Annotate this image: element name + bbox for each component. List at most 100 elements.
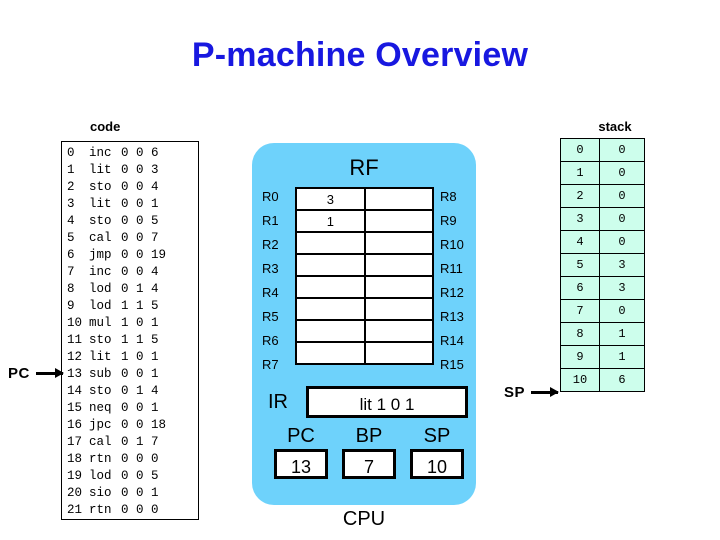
register-value-r7 <box>295 341 366 365</box>
code-instruction-row: 19 lod 0 0 5 <box>62 468 198 485</box>
stack-row: 63 <box>560 276 645 300</box>
stack-table: 0 0 1 0 2 0 3 0 4 0 5 3 6 3 7 0 8 1 9 1 10 6 <box>560 138 645 392</box>
code-instruction-row: 18 rtn 0 0 0 <box>62 451 198 468</box>
code-field-m: 0 <box>136 469 144 483</box>
cpu-registers-row: PC 13 BP 7 SP 10 <box>274 425 464 479</box>
cpu-register-label-sp: SP <box>423 425 451 447</box>
code-field-n: 4 <box>151 265 159 279</box>
stack-value: 0 <box>599 299 645 323</box>
stack-index: 8 <box>560 322 600 346</box>
register-value-r8 <box>363 187 435 211</box>
stack-value: 6 <box>599 368 645 392</box>
register-value-r2 <box>295 231 366 255</box>
register-value-r15 <box>363 341 435 365</box>
register-value-r1: 1 <box>295 209 366 233</box>
code-field-m: 1 <box>136 384 144 398</box>
code-opcode: lit <box>89 197 112 211</box>
code-instruction-row: 2 sto 0 0 4 <box>62 179 198 196</box>
stack-index: 5 <box>560 253 600 277</box>
register-value-r9 <box>363 209 435 233</box>
code-address: 4 <box>67 214 75 228</box>
stack-value: 0 <box>599 161 645 185</box>
register-value-r6 <box>295 319 366 343</box>
code-field-n: 1 <box>151 367 159 381</box>
code-instruction-row: 11 sto 1 1 5 <box>62 332 198 349</box>
register-value-r3 <box>295 253 366 277</box>
cpu-register-value-pc: 13 <box>274 449 328 479</box>
stack-index: 4 <box>560 230 600 254</box>
code-address: 21 <box>67 503 83 517</box>
page-title: P-machine Overview <box>191 36 529 74</box>
code-instruction-row: 6 jmp 0 0 19 <box>62 247 198 264</box>
register-file-row <box>295 297 435 321</box>
code-field-m: 0 <box>136 265 144 279</box>
code-opcode: inc <box>89 265 112 279</box>
register-label-r3: R3 <box>262 261 279 276</box>
stack-row: 20 <box>560 184 645 208</box>
register-file-row <box>295 319 435 343</box>
cpu-register-bp: BP 7 <box>342 425 396 479</box>
code-opcode: lit <box>89 350 112 364</box>
code-field-l: 0 <box>121 401 129 415</box>
register-label-r14: R14 <box>440 333 464 348</box>
register-value-r12 <box>363 275 435 299</box>
code-field-l: 1 <box>121 299 129 313</box>
code-listing: 0 inc 0 0 6 1 lit 0 0 3 2 sto 0 0 4 3 lit 0 0 1 4 sto 0 0 5 5 cal 0… <box>61 141 199 520</box>
code-instruction-row: 1 lit 0 0 3 <box>62 162 198 179</box>
code-instruction-row: 17 cal 0 1 7 <box>62 434 198 451</box>
stack-index: 0 <box>560 138 600 162</box>
code-field-m: 0 <box>136 350 144 364</box>
stack-value: 3 <box>599 253 645 277</box>
register-file-row <box>295 231 435 255</box>
code-field-l: 0 <box>121 503 129 517</box>
code-address: 20 <box>67 486 83 500</box>
code-field-m: 0 <box>136 316 144 330</box>
code-opcode: mul <box>89 316 112 330</box>
register-label-r9: R9 <box>440 213 457 228</box>
code-field-n: 7 <box>151 435 159 449</box>
code-field-n: 5 <box>151 469 159 483</box>
code-field-l: 0 <box>121 163 129 177</box>
register-value-r5 <box>295 297 366 321</box>
code-instruction-row: 13 sub 0 0 1 <box>62 366 198 383</box>
code-opcode: cal <box>89 231 112 245</box>
code-field-n: 4 <box>151 282 159 296</box>
code-field-n: 4 <box>151 180 159 194</box>
instruction-register-value: lit 1 0 1 <box>306 386 468 418</box>
cpu-register-label-pc: PC <box>287 425 315 447</box>
code-field-m: 1 <box>136 333 144 347</box>
code-instruction-row: 9 lod 1 1 5 <box>62 298 198 315</box>
stack-index: 9 <box>560 345 600 369</box>
code-address: 13 <box>67 367 83 381</box>
code-instruction-row: 0 inc 0 0 6 <box>62 145 198 162</box>
code-field-l: 0 <box>121 367 129 381</box>
stack-index: 3 <box>560 207 600 231</box>
stack-value: 1 <box>599 345 645 369</box>
code-opcode: jmp <box>89 248 112 262</box>
code-opcode: sto <box>89 180 112 194</box>
code-instruction-row: 8 lod 0 1 4 <box>62 281 198 298</box>
code-opcode: jpc <box>89 418 112 432</box>
code-field-m: 0 <box>136 214 144 228</box>
code-field-m: 0 <box>136 248 144 262</box>
code-instruction-row: 10 mul 1 0 1 <box>62 315 198 332</box>
code-address: 18 <box>67 452 83 466</box>
pc-pointer-label: PC <box>8 364 30 382</box>
code-opcode: neq <box>89 401 112 415</box>
cpu-caption: CPU <box>342 508 386 530</box>
register-label-r0: R0 <box>262 189 279 204</box>
register-label-r1: R1 <box>262 213 279 228</box>
code-address: 12 <box>67 350 83 364</box>
cpu-block: RF 31 IR lit 1 0 1 PC 13 BP 7 SP 10 R0 R8 R1 R9 R… <box>252 143 476 505</box>
register-label-r12: R12 <box>440 285 464 300</box>
cpu-register-value-bp: 7 <box>342 449 396 479</box>
code-field-n: 0 <box>151 503 159 517</box>
stack-index: 2 <box>560 184 600 208</box>
code-field-n: 5 <box>151 299 159 313</box>
code-field-l: 1 <box>121 316 129 330</box>
code-opcode: sto <box>89 384 112 398</box>
register-file-row: 3 <box>295 187 435 211</box>
stack-row: 00 <box>560 138 645 162</box>
register-label-r5: R5 <box>262 309 279 324</box>
stack-row: 81 <box>560 322 645 346</box>
